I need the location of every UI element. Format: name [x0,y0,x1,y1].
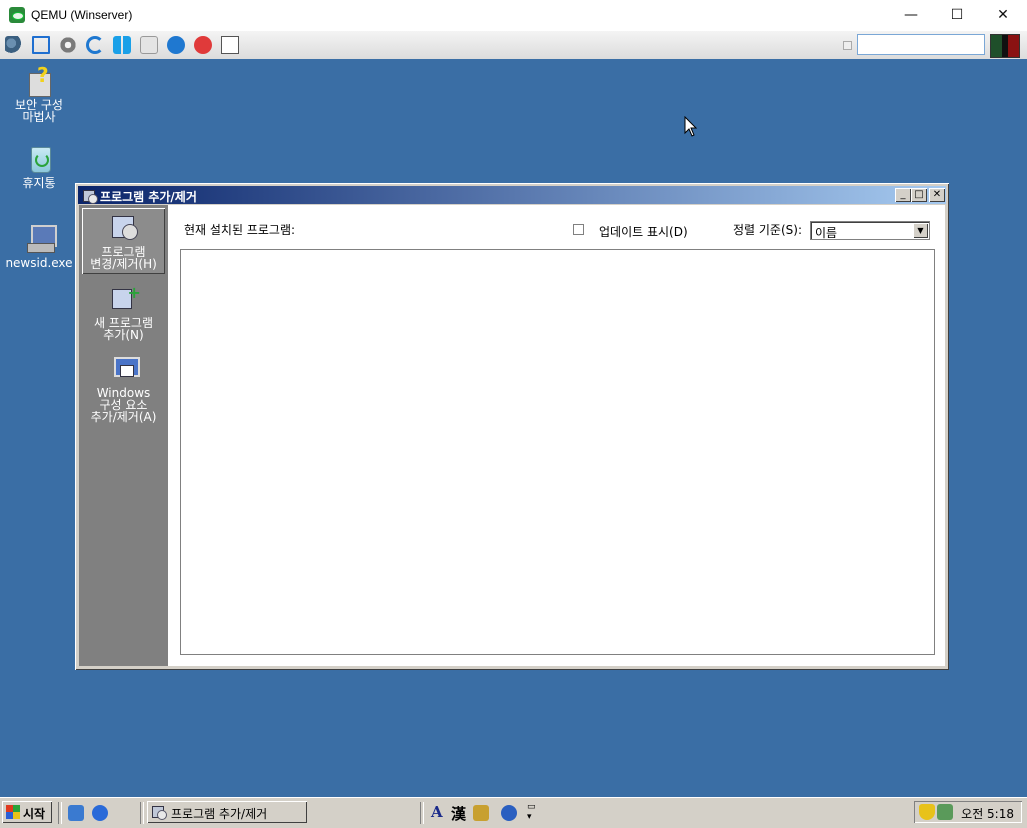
qemu-app-icon [9,7,25,23]
clock[interactable]: 오전 5:18 [961,805,1014,822]
security-wizard-icon: ? [23,65,55,97]
dialog-maximize-button[interactable]: □ [911,188,927,202]
recycle-bin-icon [23,143,55,175]
dialog-minimize-button[interactable]: _ [895,188,911,202]
help-icon[interactable] [501,805,517,821]
save-screenshot-icon[interactable] [221,36,239,54]
sort-by-value: 이름 [815,226,838,240]
sidebar-item-change-remove[interactable]: 프로그램 변경/제거(H) [82,208,165,274]
sort-by-select[interactable]: 이름 ▼ [810,221,930,240]
minimize-button[interactable]: — [888,0,934,31]
gear-icon[interactable] [59,36,77,54]
stop-icon[interactable] [194,36,212,54]
info-icon[interactable] [167,36,185,54]
taskbar-separator [140,802,144,824]
taskbar-separator [420,802,424,824]
refresh-icon[interactable] [86,36,104,54]
taskbar-button-label: 프로그램 추가/제거 [171,807,268,821]
taskbar: 시작 프로그램 추가/제거 A 漢 ▭ ▾ 오전 5:18 [0,797,1027,828]
ime-tools-icon[interactable] [473,805,489,821]
start-button[interactable]: 시작 [2,801,52,823]
change-remove-programs-icon [108,212,140,244]
desktop-icon-newsid[interactable]: newsid.exe [1,223,77,269]
sidebar-item-windows-components[interactable]: Windows 구성 요소 추가/제거(A) [82,353,165,425]
network-icon[interactable] [937,804,953,820]
show-updates-label[interactable]: 업데이트 표시(D) [599,223,688,240]
toolbar-input[interactable] [857,34,985,55]
fullscreen-icon[interactable] [32,36,50,54]
windows-logo-icon[interactable] [113,36,131,54]
add-remove-programs-icon [151,804,167,820]
desktop-icon-recycle-bin[interactable]: 휴지통 [1,143,77,189]
ime-mode-indicator[interactable]: A [431,803,443,821]
sort-by-label: 정렬 기준(S): [733,223,802,237]
drive-icon[interactable] [140,36,158,54]
system-tray: 오전 5:18 [914,801,1022,823]
computer-exe-icon [23,223,57,255]
mouse-cursor-icon [684,116,698,137]
add-new-program-icon: + [108,283,141,315]
dialog-title: 프로그램 추가/제거 [100,190,197,204]
host-title-bar: QEMU (Winserver) — ☐ ✕ [0,0,1027,31]
sidebar-item-label: Windows 구성 요소 추가/제거(A) [90,386,157,424]
installed-programs-label: 현재 설치된 프로그램: [184,223,296,237]
start-label: 시작 [23,807,46,821]
sidebar-item-label: 프로그램 변경/제거(H) [90,245,157,271]
language-bar-options-icon[interactable]: ▭ ▾ [527,802,537,822]
sidebar-item-label: 새 프로그램 추가(N) [93,316,153,342]
desktop-icon-label: 휴지통 [22,176,56,190]
hanja-indicator[interactable]: 漢 [451,803,466,824]
desktop-icon-security-wizard[interactable]: ? 보안 구성 마법사 [1,65,77,123]
internet-explorer-icon[interactable] [92,805,108,821]
windows-flag-icon [6,805,20,819]
installed-programs-list[interactable] [180,249,935,655]
taskbar-separator [58,802,62,824]
qemu-toolbar [0,31,1027,60]
add-remove-programs-window: 프로그램 추가/제거 _ □ ✕ 프로그램 변경/제거(H) + 새 프로그램 … [75,183,949,670]
security-shield-icon[interactable] [919,804,935,820]
toolbar-small-square-icon [843,41,852,50]
host-window-title: QEMU (Winserver) [31,8,133,22]
desktop-icon-label: newsid.exe [5,256,73,270]
maximize-button[interactable]: ☐ [934,0,980,31]
desktop-icon-label: 보안 구성 마법사 [15,98,63,124]
sidebar-item-add-new[interactable]: + 새 프로그램 추가(N) [82,283,165,345]
chevron-down-icon[interactable]: ▼ [913,223,928,238]
show-desktop-icon[interactable] [68,805,84,821]
taskbar-button-add-remove-programs[interactable]: 프로그램 추가/제거 [147,801,307,823]
show-updates-checkbox[interactable] [573,224,584,235]
dialog-main-panel: 현재 설치된 프로그램: 업데이트 표시(D) 정렬 기준(S): 이름 ▼ [168,205,945,666]
windows-components-icon [108,353,140,385]
close-button[interactable]: ✕ [980,0,1026,31]
dialog-close-button[interactable]: ✕ [929,188,945,202]
display-color-icon[interactable] [990,34,1020,58]
add-remove-programs-icon [81,187,98,204]
dialog-sidebar: 프로그램 변경/제거(H) + 새 프로그램 추가(N) Windows 구성 … [79,205,168,666]
settings-bubbles-icon[interactable] [5,36,23,54]
dialog-title-bar[interactable]: 프로그램 추가/제거 _ □ ✕ [78,186,946,204]
